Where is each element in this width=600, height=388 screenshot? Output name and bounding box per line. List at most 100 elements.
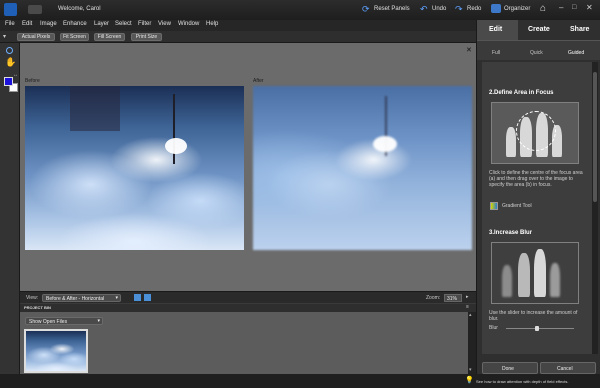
chess-piece	[534, 249, 546, 297]
home-icon[interactable]: ⌂	[540, 3, 546, 14]
blur-slider-handle[interactable]	[535, 326, 539, 331]
options-bar: ▾ Actual Pixels Fit Screen Fill Screen P…	[0, 31, 476, 43]
tab-edit[interactable]: Edit	[489, 26, 502, 33]
undo-icon[interactable]: ↶	[420, 4, 428, 15]
chess-piece	[518, 253, 530, 297]
cancel-button[interactable]: Cancel	[540, 362, 596, 374]
sync-views-icon[interactable]	[144, 294, 151, 301]
maximize-icon[interactable]: □	[572, 4, 576, 11]
fit-screen-button[interactable]: Fit Screen	[60, 33, 89, 41]
scroll-down-icon[interactable]: ▾	[469, 367, 472, 373]
menu-layer[interactable]: Layer	[94, 21, 109, 27]
zoom-select[interactable]: 31%	[444, 294, 462, 302]
toolbox: ✋ ↔	[0, 43, 20, 388]
step3-instructions: Use the slider to increase the amount of…	[489, 310, 578, 322]
panel-scroll-thumb[interactable]	[593, 72, 597, 202]
tip-icon: 💡	[465, 377, 474, 384]
before-label: Before	[25, 78, 40, 84]
menu-select[interactable]: Select	[115, 21, 132, 27]
chevron-down-icon: ▾	[115, 295, 118, 301]
hand-tool-icon[interactable]: ✋	[5, 57, 16, 68]
view-select-value: Before & After - Horizontal	[46, 296, 105, 302]
panel-scrollbar[interactable]	[592, 62, 598, 354]
step2-title: 2.Define Area in Focus	[489, 90, 554, 96]
foreground-color-swatch[interactable]	[4, 77, 13, 86]
zoom-value: 31%	[447, 296, 458, 302]
after-image[interactable]	[253, 86, 472, 250]
chess-piece	[506, 127, 516, 157]
step3-title: 3.Increase Blur	[489, 230, 533, 236]
subtab-quick[interactable]: Quick	[530, 50, 543, 56]
actual-pixels-button[interactable]: Actual Pixels	[17, 33, 55, 41]
view-label: View:	[26, 295, 39, 301]
blur-illustration	[491, 242, 579, 304]
house-silhouette	[70, 86, 120, 131]
project-bin-header: PROJECT BIN ≡	[20, 304, 476, 312]
redo-icon[interactable]: ↷	[455, 4, 463, 15]
zoom-arrow-icon[interactable]: ▸	[466, 294, 469, 300]
swap-views-icon[interactable]	[134, 294, 141, 301]
subtab-guided[interactable]: Guided	[568, 50, 584, 56]
swap-colors-icon[interactable]: ↔	[13, 72, 18, 78]
menu-filter[interactable]: Filter	[138, 21, 151, 27]
project-thumbnail[interactable]	[24, 329, 88, 373]
menu-view[interactable]: View	[158, 21, 171, 27]
menu-image[interactable]: Image	[40, 21, 57, 27]
zoom-label: Zoom:	[426, 295, 441, 301]
welcome-text: Welcome, Carol	[58, 6, 101, 12]
tab-share[interactable]: Share	[570, 26, 589, 33]
project-bin-scrollbar[interactable]: ▴ ▾	[468, 312, 476, 374]
project-bin-title: PROJECT BIN	[24, 305, 51, 310]
show-files-select[interactable]: Show Open Files ▾	[25, 317, 103, 325]
menu-file[interactable]: File	[5, 21, 15, 27]
focus-area-illustration	[491, 102, 579, 164]
subtab-full[interactable]: Full	[492, 50, 500, 56]
title-bar: Welcome, Carol ⟳ Reset Panels ↶ Undo ↷ R…	[0, 0, 600, 20]
chess-piece	[502, 265, 512, 297]
menu-window[interactable]: Window	[178, 21, 199, 27]
fill-screen-button[interactable]: Fill Screen	[94, 33, 125, 41]
lamp-globe	[373, 136, 397, 152]
organizer-icon[interactable]	[491, 4, 501, 13]
menu-help[interactable]: Help	[206, 21, 218, 27]
tip-text[interactable]: See how to draw attention with depth of …	[476, 379, 568, 384]
close-document-icon[interactable]: ✕	[466, 46, 472, 54]
redo-button[interactable]: Redo	[467, 6, 481, 12]
tool-options-arrow-icon[interactable]: ▾	[3, 33, 6, 40]
step2-instructions: Click to define the centre of the focus …	[489, 170, 583, 188]
tab-create[interactable]: Create	[528, 26, 550, 33]
done-button[interactable]: Done	[482, 362, 538, 374]
view-bar: View: Before & After - Horizontal ▾ Zoom…	[20, 291, 476, 303]
view-select[interactable]: Before & After - Horizontal ▾	[42, 294, 121, 302]
gradient-tool-link[interactable]: Gradient Tool	[502, 203, 532, 209]
minimize-icon[interactable]: –	[559, 3, 563, 12]
done-button-label: Done	[502, 366, 514, 372]
project-bin: Show Open Files ▾	[20, 312, 468, 374]
undo-button[interactable]: Undo	[432, 6, 446, 12]
close-icon[interactable]: ✕	[586, 3, 593, 12]
chevron-down-icon: ▾	[97, 318, 100, 324]
after-label: After	[253, 78, 264, 84]
menu-bar: File Edit Image Enhance Layer Select Fil…	[0, 20, 476, 31]
scroll-up-icon[interactable]: ▴	[469, 312, 472, 318]
focus-circle	[516, 111, 556, 151]
reset-panels-icon[interactable]: ⟳	[362, 4, 370, 15]
print-size-button[interactable]: Print Size	[131, 33, 162, 41]
workspace-menu-button[interactable]	[28, 5, 42, 14]
lamp-globe	[165, 138, 187, 154]
show-files-value: Show Open Files	[29, 319, 68, 325]
organizer-button[interactable]: Organizer	[504, 6, 530, 12]
menu-edit[interactable]: Edit	[22, 21, 32, 27]
before-image[interactable]	[25, 86, 244, 250]
reset-panels-button[interactable]: Reset Panels	[374, 6, 410, 12]
blur-label: Blur	[489, 325, 498, 331]
gradient-tool-icon[interactable]	[490, 202, 498, 210]
status-bar: 💡 See how to draw attention with depth o…	[0, 374, 600, 388]
zoom-tool-icon[interactable]	[6, 47, 13, 54]
menu-enhance[interactable]: Enhance	[63, 21, 87, 27]
blur-slider[interactable]	[506, 326, 574, 331]
project-bin-menu-icon[interactable]: ≡	[466, 304, 469, 310]
cancel-button-label: Cancel	[557, 366, 573, 372]
chess-piece	[550, 263, 560, 297]
app-logo	[4, 3, 17, 16]
